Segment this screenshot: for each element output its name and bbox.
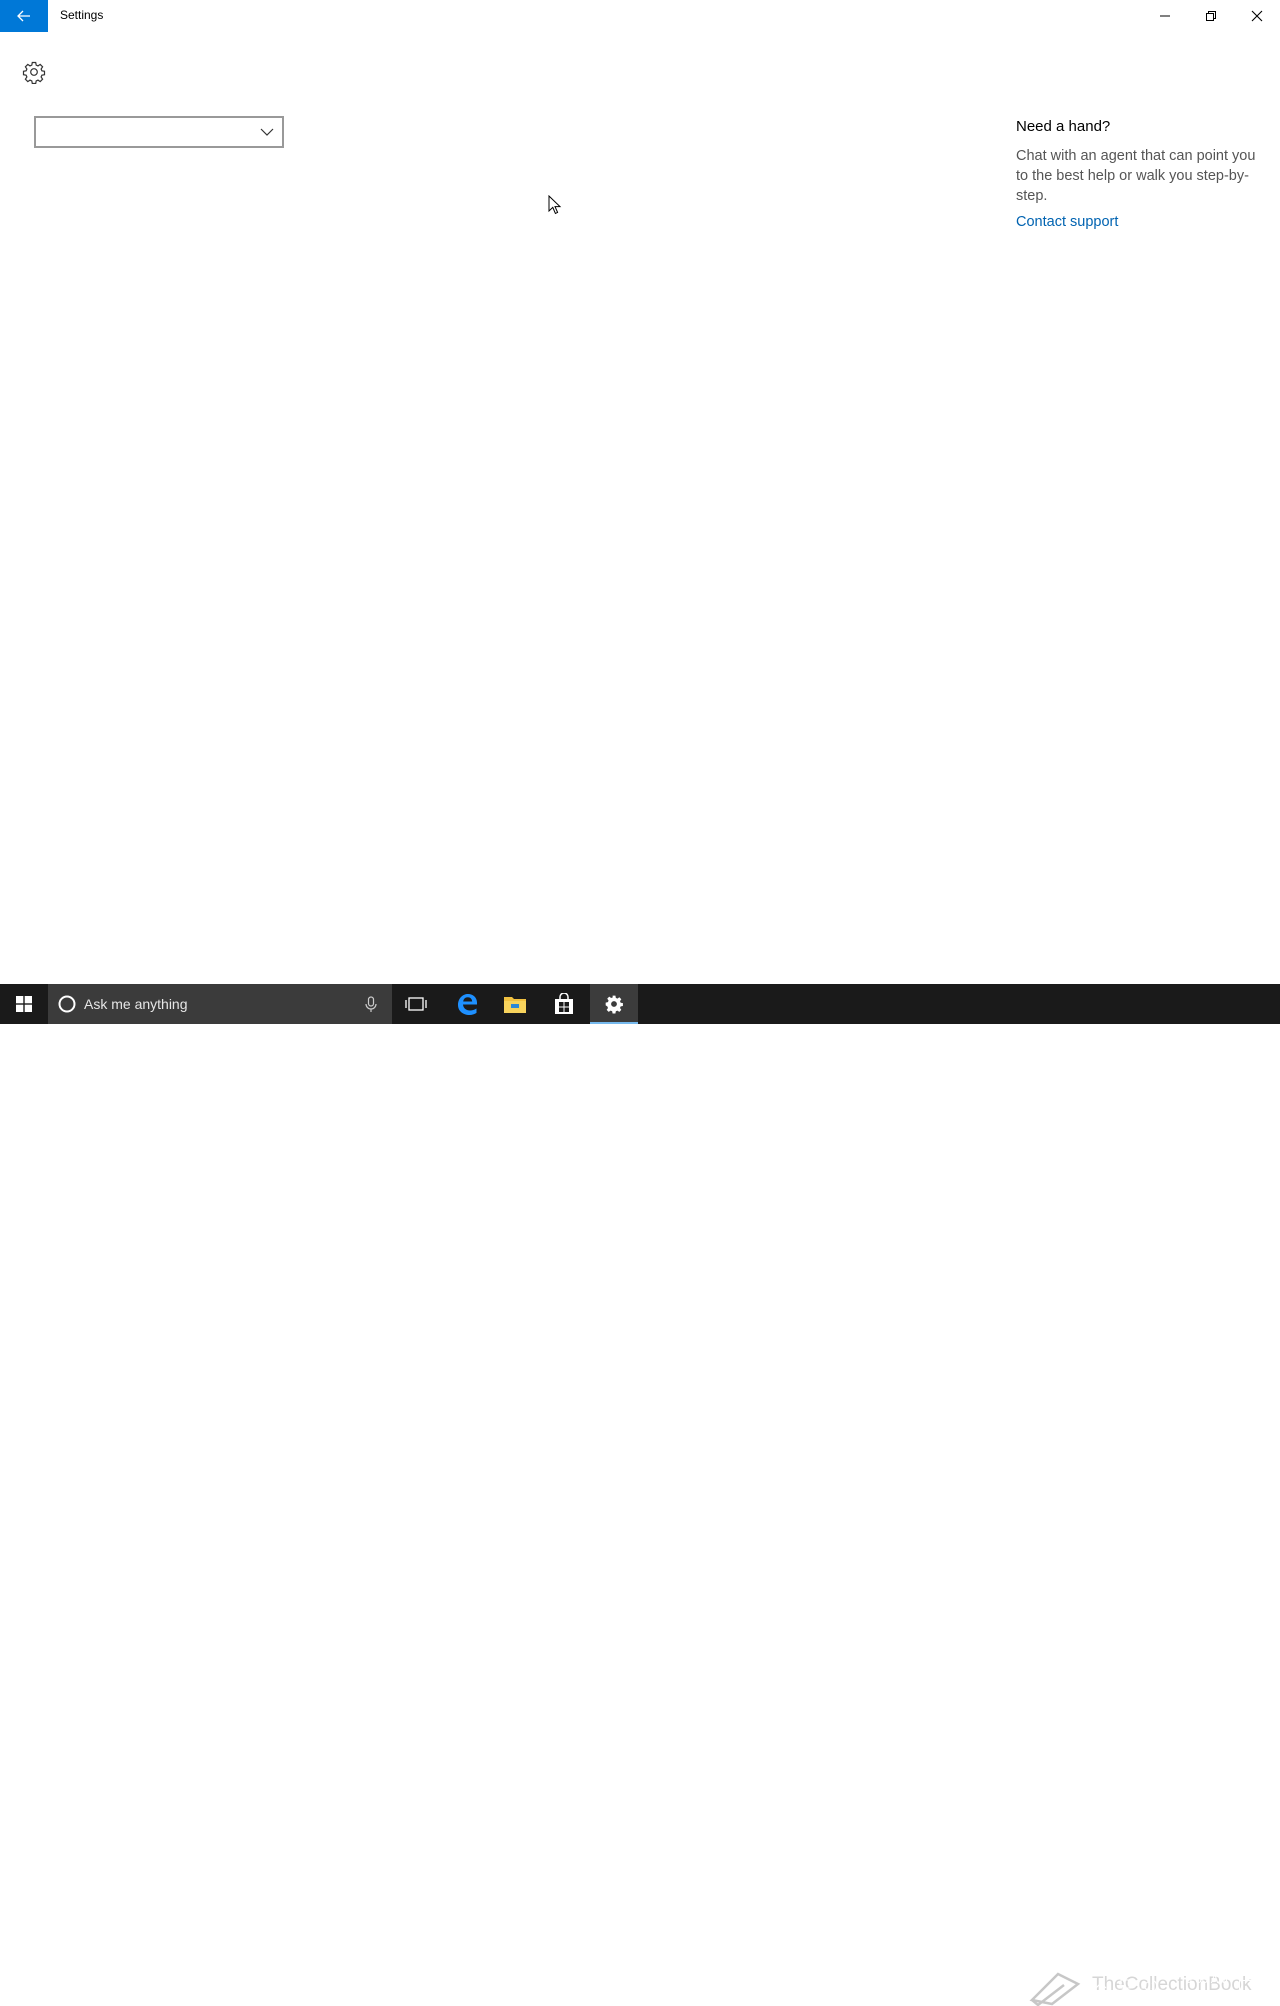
clock-date: 12/19/2016	[1170, 1990, 1228, 2002]
minimize-icon	[1160, 15, 1170, 17]
help-panel: Need a hand? Chat with an agent that can…	[1016, 118, 1256, 232]
volume-icon[interactable]	[1140, 1978, 1160, 1994]
store-button[interactable]	[540, 984, 588, 1024]
settings-dropdown[interactable]	[34, 116, 284, 148]
windows-logo-icon	[16, 996, 32, 1012]
back-arrow-icon	[17, 10, 30, 22]
help-title: Need a hand?	[1016, 118, 1111, 135]
help-description: Chat with an agent that can point you to…	[1016, 148, 1256, 204]
restore-button[interactable]	[1188, 0, 1234, 32]
store-icon	[555, 993, 573, 1014]
clock-time: 9:50 AM	[1185, 1974, 1228, 1986]
back-button[interactable]	[0, 0, 48, 32]
task-view-icon	[405, 997, 427, 1011]
cortana-search-box[interactable]: Ask me anything	[48, 984, 392, 1024]
window-title: Settings	[60, 8, 104, 22]
start-button[interactable]	[0, 984, 48, 1024]
cortana-icon	[58, 995, 76, 1013]
title-bar: Settings	[0, 0, 1280, 32]
mouse-cursor-icon	[548, 195, 562, 215]
settings-taskbar-button[interactable]	[590, 984, 638, 1024]
network-icon[interactable]	[1116, 1978, 1134, 1994]
chevron-down-icon	[260, 128, 274, 136]
search-placeholder: Ask me anything	[84, 996, 188, 1012]
system-clock[interactable]: 9:50 AM 12/19/2016	[1162, 1972, 1228, 2004]
task-view-button[interactable]	[392, 984, 440, 1024]
contact-support-link[interactable]: Contact support	[1016, 214, 1118, 230]
close-button[interactable]	[1234, 0, 1280, 32]
file-explorer-button[interactable]	[491, 984, 539, 1024]
gear-icon	[22, 61, 46, 84]
file-explorer-icon	[504, 997, 526, 1013]
show-hidden-icons-icon[interactable]	[1094, 1979, 1108, 1993]
close-icon	[1251, 10, 1263, 22]
restore-icon	[1206, 11, 1216, 21]
edge-button[interactable]	[443, 984, 491, 1024]
taskbar: Ask me anything TheCollectionBook 9:50 A…	[0, 984, 1280, 2006]
action-center-icon[interactable]	[1238, 1978, 1256, 1996]
minimize-button[interactable]	[1142, 0, 1188, 32]
book-watermark-icon	[1029, 1972, 1081, 2006]
edge-icon	[458, 994, 477, 1015]
microphone-icon[interactable]	[362, 995, 380, 1013]
settings-icon	[605, 995, 623, 1014]
